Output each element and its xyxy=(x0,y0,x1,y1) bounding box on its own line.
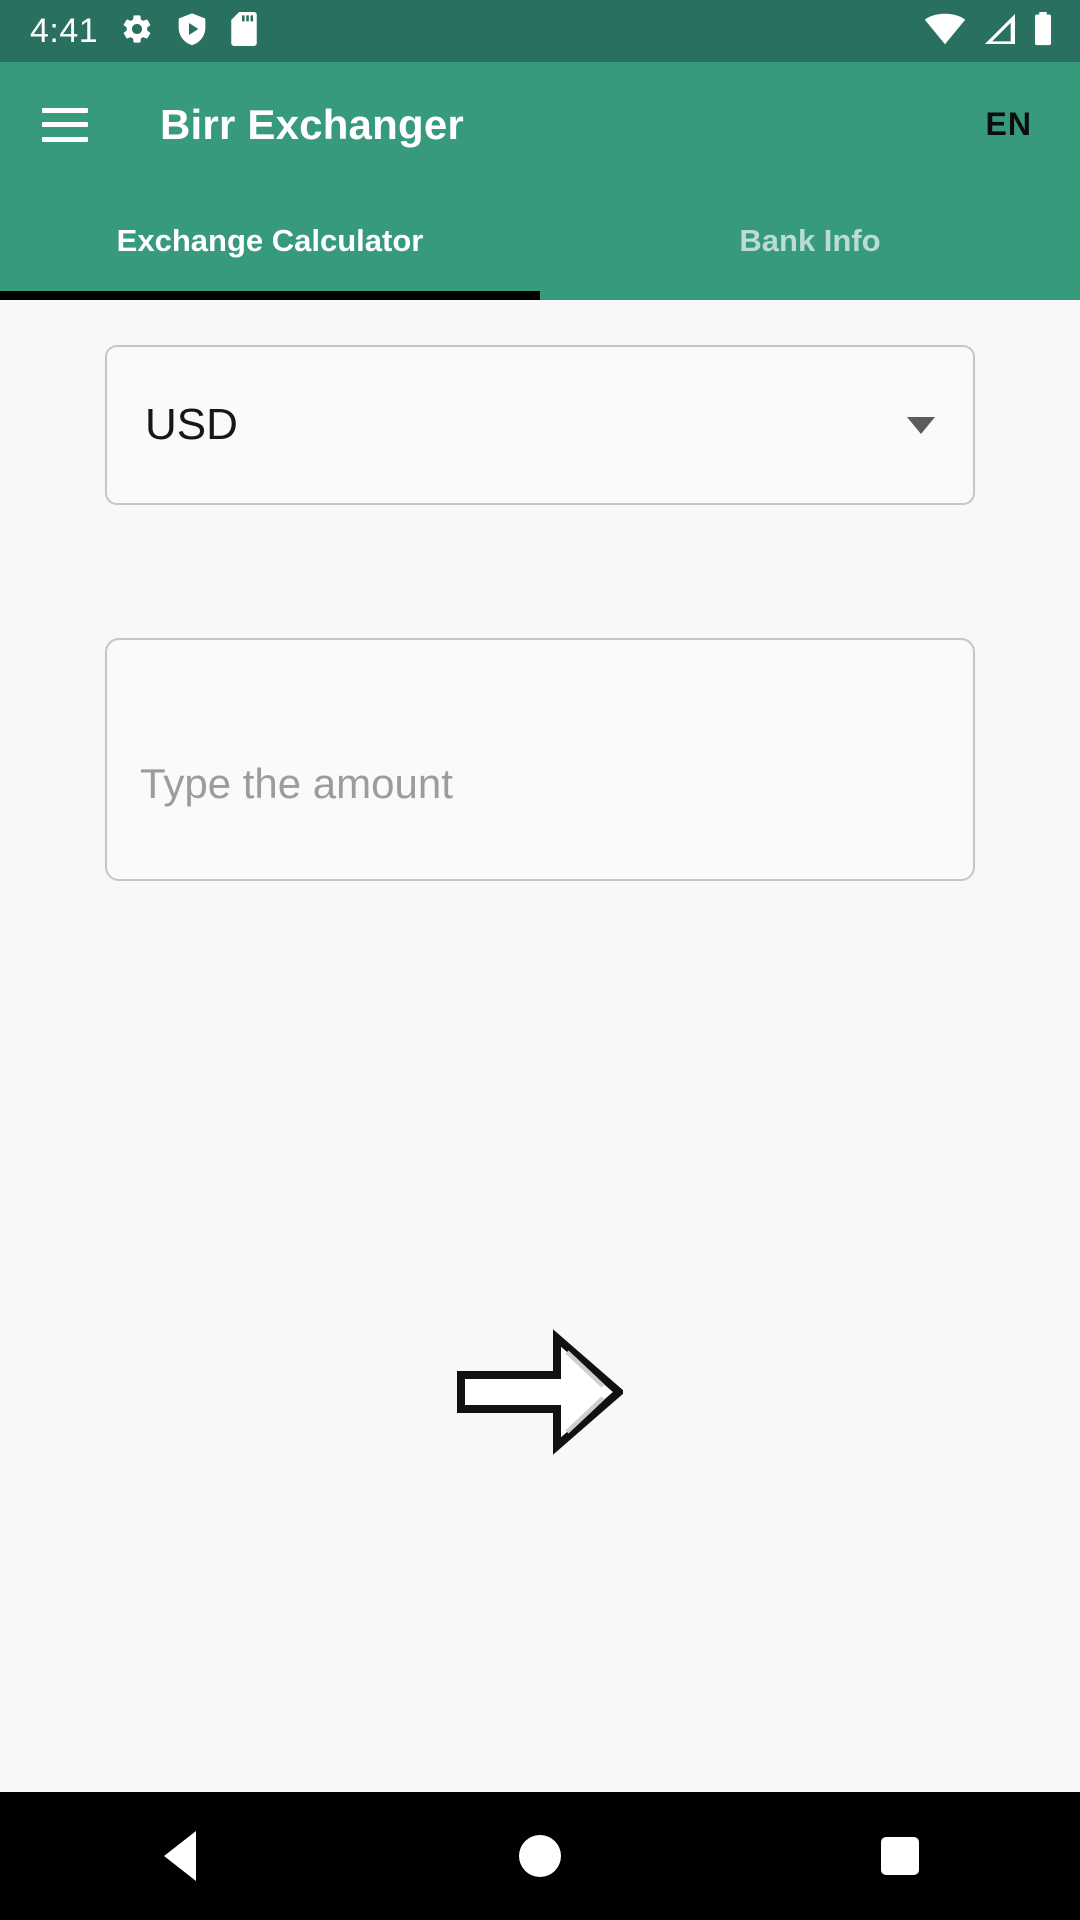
chevron-down-icon xyxy=(907,416,935,434)
hamburger-line xyxy=(42,107,88,113)
tab-bank-info[interactable]: Bank Info xyxy=(540,187,1080,300)
wifi-icon xyxy=(924,13,966,50)
amount-input-placeholder: Type the amount xyxy=(140,760,453,807)
right-arrow-icon xyxy=(457,1326,626,1463)
battery-icon xyxy=(1032,11,1054,51)
status-bar-right-group xyxy=(924,11,1054,51)
hamburger-line xyxy=(42,122,88,127)
tab-label: Exchange Calculator xyxy=(116,222,424,258)
currency-select-value: USD xyxy=(145,400,238,449)
status-bar: 4:41 xyxy=(0,0,1080,62)
app-bar-top-row: Birr Exchanger EN xyxy=(0,62,1080,187)
convert-arrow-container xyxy=(0,1326,1080,1463)
tab-label: Bank Info xyxy=(739,222,881,258)
recents-square-icon xyxy=(881,1837,919,1875)
status-bar-left-group: 4:41 xyxy=(30,11,258,51)
play-protect-shield-icon xyxy=(176,12,208,51)
tab-active-indicator xyxy=(0,291,540,300)
phone-screen: 4:41 Birr Exchanger EN Exchange Calculat… xyxy=(0,0,1080,1920)
gear-icon xyxy=(120,12,154,51)
page-title: Birr Exchanger xyxy=(160,100,464,148)
tab-bar: Exchange Calculator Bank Info xyxy=(0,187,1080,300)
tab-exchange-calculator[interactable]: Exchange Calculator xyxy=(0,187,540,300)
cellular-signal-icon xyxy=(980,13,1018,50)
nav-home-button[interactable] xyxy=(360,1792,720,1920)
amount-input[interactable]: Type the amount xyxy=(105,638,975,881)
app-bar: Birr Exchanger EN Exchange Calculator Ba… xyxy=(0,62,1080,300)
main-content: USD Type the amount xyxy=(0,300,1080,1792)
currency-select[interactable]: USD xyxy=(105,345,975,505)
back-triangle-icon xyxy=(164,1831,196,1881)
nav-back-button[interactable] xyxy=(0,1792,360,1920)
status-clock: 4:41 xyxy=(30,12,99,50)
hamburger-menu-icon[interactable] xyxy=(42,107,88,142)
android-navigation-bar xyxy=(0,1792,1080,1920)
home-circle-icon xyxy=(519,1835,561,1877)
nav-recents-button[interactable] xyxy=(720,1792,1080,1920)
sd-card-icon xyxy=(230,11,258,51)
language-selector-button[interactable]: EN xyxy=(972,96,1046,153)
hamburger-line xyxy=(42,136,88,142)
